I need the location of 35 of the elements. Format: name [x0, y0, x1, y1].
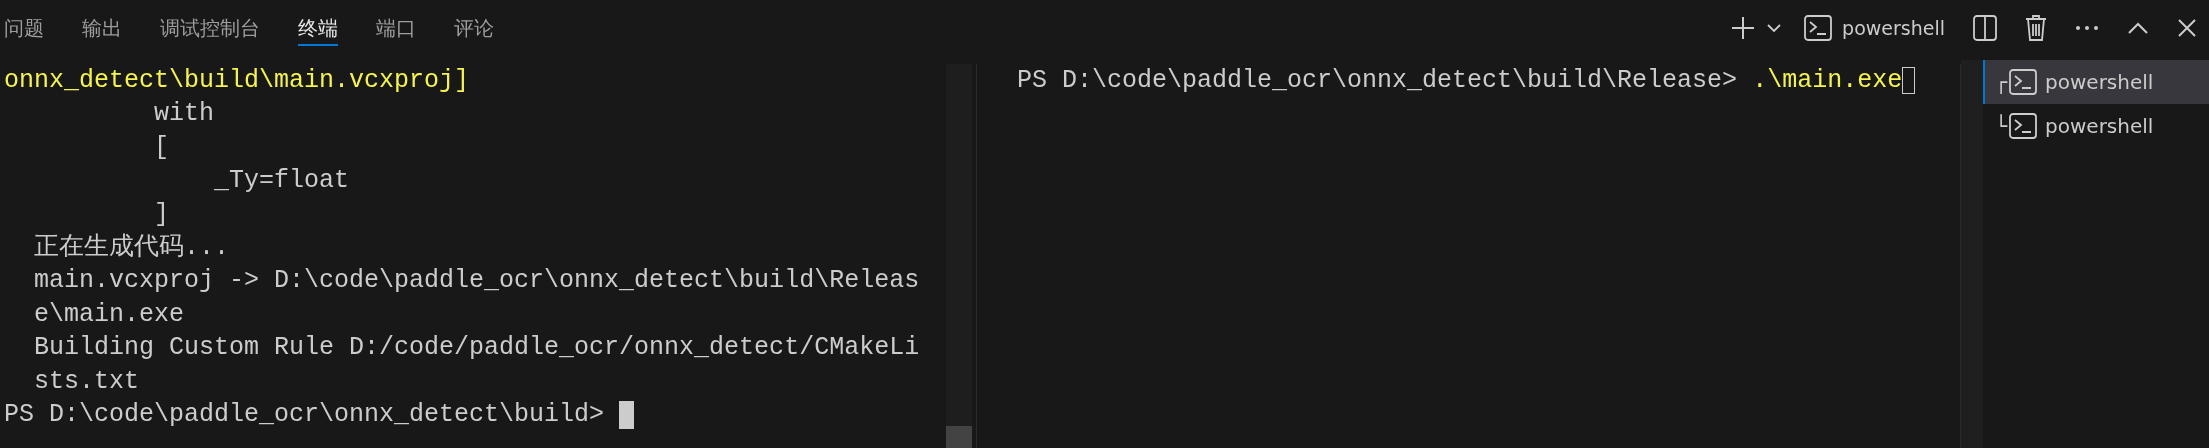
panel-tab[interactable]: 端口 — [371, 0, 416, 56]
terminal-icon — [2009, 113, 2038, 139]
terminal-icon — [1804, 15, 1833, 41]
panel-tab[interactable]: 评论 — [449, 0, 494, 56]
terminal-prompt: PS D:\code\paddle_ocr\onnx_detect\build\Release> — [1017, 65, 1739, 97]
terminal-command: .\main.exe — [1752, 65, 1903, 97]
terminal-line: [ — [153, 131, 170, 164]
terminal-line: _Ty=float — [213, 165, 350, 198]
more-icon[interactable] — [2075, 25, 2099, 31]
panel-tab[interactable]: 输出 — [77, 0, 122, 56]
terminal-line: with — [153, 98, 215, 131]
terminal-list-item[interactable]: └ powershell — [1983, 104, 2209, 148]
terminal-line: 正在生成代码... — [33, 232, 229, 265]
panel-tab[interactable]: 调试控制台 — [155, 0, 260, 56]
terminal-list-item[interactable]: ┌ powershell — [1983, 60, 2209, 104]
terminal-line: sts.txt — [33, 365, 140, 398]
trash-icon[interactable] — [2025, 14, 2047, 42]
chevron-down-icon[interactable] — [1766, 22, 1783, 34]
terminal-profile-label[interactable]: powershell — [1842, 17, 1945, 39]
terminal-cursor — [619, 400, 635, 429]
terminal-icon — [2009, 69, 2038, 95]
terminal-line: Building Custom Rule D:/code/paddle_ocr/onnx_detect/CMakeLi — [33, 332, 920, 365]
terminal-prompt: PS D:\code\paddle_ocr\onnx_detect\build> — [3, 399, 606, 432]
terminal-line: e\main.exe — [33, 298, 185, 331]
chevron-up-icon[interactable] — [2127, 21, 2149, 35]
terminal-line: onnx_detect\build\main.vcxproj] — [3, 65, 470, 97]
terminal-line: main.vcxproj -> D:\code\paddle_ocr\onnx_detect\build\Releas — [33, 265, 920, 298]
scrollbar-thumb[interactable] — [946, 426, 972, 448]
close-icon[interactable] — [2177, 18, 2197, 38]
terminal-line: ] — [153, 198, 170, 231]
panel-tab[interactable]: 问题 — [0, 0, 44, 56]
panel-tab[interactable]: 终端 — [293, 0, 338, 56]
terminal-cursor — [1902, 67, 1916, 95]
split-icon[interactable] — [1973, 15, 1997, 41]
plus-icon[interactable] — [1730, 15, 1757, 41]
